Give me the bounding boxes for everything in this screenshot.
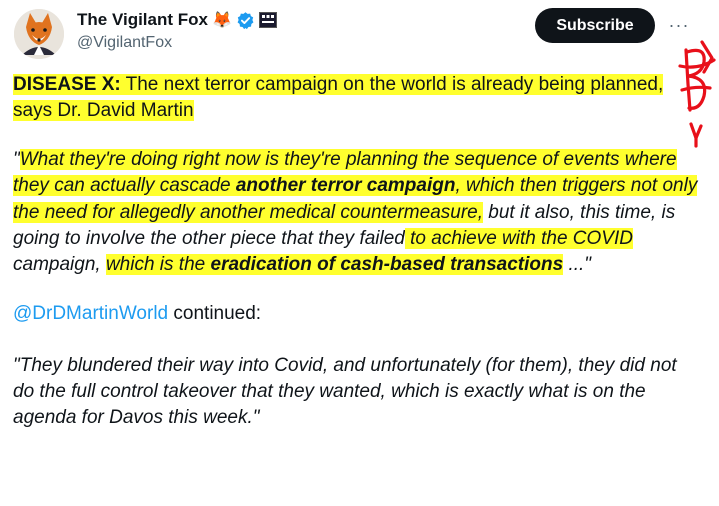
more-options-icon[interactable]: ··· [666,12,692,38]
affiliate-badge-icon[interactable] [258,12,277,28]
display-name[interactable]: The Vigilant Fox [77,10,208,30]
verified-badge-icon [237,11,254,29]
quote-segment-g: which is the [105,254,211,276]
quote-bold-terror-campaign: another terror campaign [235,175,456,197]
fox-avatar-icon [14,9,64,59]
avatar[interactable] [14,9,64,59]
author-name-row: The Vigilant Fox 🦊 [77,10,277,30]
tweet-paragraph-1: DISEASE X: The next terror campaign on t… [13,72,703,124]
subscribe-button[interactable]: Subscribe [535,8,655,43]
tweet-quote-2: "They blundered their way into Covid, an… [13,355,677,429]
mention-link[interactable]: @DrDMartinWorld [13,303,168,324]
mention-line: @DrDMartinWorld continued: [13,301,703,327]
quote-open-mark: " [13,149,20,170]
quote-segment-e: to achieve with the COVID [404,227,633,249]
tweet-quote-1: "What they're doing right now is they're… [13,147,703,278]
quote-segment-i: ..." [563,254,592,276]
quote-bold-eradication: eradication of cash-based transactions [210,254,564,276]
author-handle[interactable]: @VigilantFox [77,34,172,52]
mention-continued: continued: [168,303,262,325]
tweet-text: DISEASE X: The next terror campaign on t… [13,72,703,431]
quote-segment-f: campaign, [13,254,106,276]
fox-emoji: 🦊 [211,12,232,29]
headline-bold: DISEASE X: [13,74,121,95]
